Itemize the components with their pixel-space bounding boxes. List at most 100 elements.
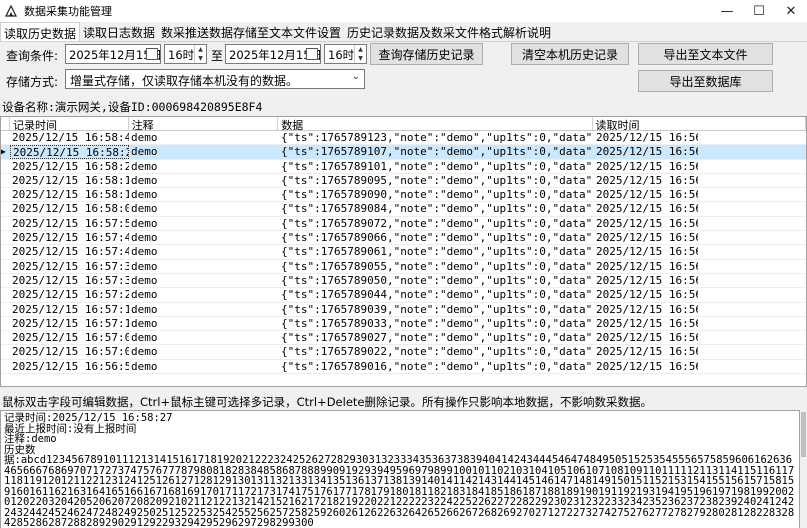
minimize-button[interactable]: — [711, 0, 743, 22]
cell-record-time[interactable]: 2025/12/15 16:57:46 [10, 231, 129, 244]
cell-record-time[interactable]: 2025/12/15 16:58:10 [10, 188, 129, 201]
cell-read-time[interactable]: 2025/12/15 16:56:1 [594, 345, 698, 358]
cell-data[interactable]: {"ts":1765789061,"note":"demo","up1ts":0… [279, 245, 594, 258]
row-marker[interactable] [1, 245, 10, 258]
cell-note[interactable]: demo [129, 217, 279, 230]
table-row[interactable]: 2025/12/15 16:58:10 demo {"ts":1765789090,… [1, 188, 806, 203]
col-note[interactable]: 注释 [129, 117, 279, 130]
close-button[interactable]: ✕ [775, 0, 807, 22]
cell-note[interactable]: demo [129, 202, 279, 215]
cell-read-time[interactable]: 2025/12/15 16:56:1 [594, 245, 698, 258]
row-marker[interactable] [1, 274, 10, 287]
cell-record-time[interactable]: 2025/12/15 16:58:04 [10, 202, 129, 215]
cell-data[interactable]: {"ts":1765789055,"note":"demo","up1ts":0… [279, 260, 594, 273]
cell-data[interactable]: {"ts":1765789050,"note":"demo","up1ts":0… [279, 274, 594, 287]
row-marker[interactable] [1, 288, 10, 301]
export-database-button[interactable]: 导出至数据库 [638, 70, 773, 92]
table-row[interactable]: 2025/12/15 16:57:35 demo {"ts":1765789055,… [1, 260, 806, 274]
cell-note[interactable]: demo [129, 231, 279, 244]
table-row[interactable]: 2025/12/15 16:57:46 demo {"ts":1765789066,… [1, 231, 806, 246]
cell-note[interactable]: demo [129, 288, 279, 301]
record-detail-textbox[interactable]: 记录时间:2025/12/15 16:58:27 最近上报时间:没有上报时间 注… [0, 410, 800, 528]
col-data[interactable]: 数据 [278, 117, 593, 130]
row-marker[interactable] [1, 160, 10, 173]
col-record-time[interactable]: 记录时间 [10, 117, 129, 130]
table-row[interactable]: 2025/12/15 16:57:13 demo {"ts":1765789033,… [1, 317, 806, 332]
table-row[interactable]: 2025/12/15 16:58:15 demo {"ts":1765789095,… [1, 174, 806, 189]
from-date-picker[interactable]: 2025年12月15日 [65, 44, 162, 64]
cell-data[interactable]: {"ts":1765789107,"note":"demo","up1ts":0… [279, 145, 594, 158]
query-history-button[interactable]: 查询存储历史记录 [370, 43, 483, 65]
cell-data[interactable]: {"ts":1765789101,"note":"demo","up1ts":0… [279, 160, 594, 173]
cell-note[interactable]: demo [129, 317, 279, 330]
cell-note[interactable]: demo [129, 260, 279, 273]
cell-data[interactable]: {"ts":1765789039,"note":"demo","up1ts":0… [279, 303, 594, 316]
cell-read-time[interactable]: 2025/12/15 16:56:1 [594, 202, 698, 215]
calendar-dropdown-icon[interactable] [306, 48, 318, 60]
history-table[interactable]: 记录时间 注释 数据 读取时间 2025/12/15 16:58:43 demo{… [0, 116, 807, 387]
table-row[interactable]: 2025/12/15 16:58:21 demo {"ts":1765789101,… [1, 160, 806, 174]
clear-history-button[interactable]: 清空本机历史记录 [511, 43, 629, 65]
cell-data[interactable]: {"ts":1765789095,"note":"demo","up1ts":0… [279, 174, 594, 187]
tab-push-storage-settings[interactable]: 数采推送数据存储至文本文件设置 [158, 22, 344, 42]
calendar-dropdown-icon[interactable] [146, 48, 158, 60]
storage-mode-select[interactable]: 增量式存储，仅读取存储本机没有的数据。 ⌄ [65, 69, 365, 89]
to-date-picker[interactable]: 2025年12月15日 [225, 44, 322, 64]
cell-data[interactable]: {"ts":1765789123,"note":"demo","up1ts":0… [279, 131, 594, 144]
table-row[interactable]: 2025/12/15 16:57:24 demo {"ts":1765789044,… [1, 288, 806, 303]
table-row[interactable]: 2025/12/15 16:57:02 demo {"ts":1765789022,… [1, 345, 806, 360]
to-hour-spinner[interactable]: 16时 ▲ ▼ [324, 44, 367, 64]
row-marker[interactable] [1, 345, 10, 358]
row-marker[interactable] [1, 260, 10, 273]
cell-read-time[interactable]: 2025/12/15 16:56:1 [594, 360, 698, 373]
from-hour-spinner[interactable]: 16时 ▲ ▼ [164, 44, 207, 64]
row-marker[interactable] [1, 202, 10, 215]
table-row[interactable]: 2025/12/15 16:57:07 demo {"ts":1765789027,… [1, 331, 806, 346]
cell-data[interactable]: {"ts":1765789090,"note":"demo","up1ts":0… [279, 188, 594, 201]
cell-record-time[interactable]: 2025/12/15 16:57:02 [10, 345, 129, 358]
row-marker[interactable] [1, 217, 10, 230]
cell-record-time[interactable]: 2025/12/15 16:57:07 [10, 331, 129, 344]
table-row[interactable]: 2025/12/15 16:58:04 demo {"ts":1765789084,… [1, 202, 806, 217]
row-marker[interactable] [1, 331, 10, 344]
maximize-button[interactable]: ☐ [743, 0, 775, 22]
row-marker[interactable] [1, 231, 10, 244]
spinner-arrows-icon[interactable]: ▲ ▼ [194, 45, 206, 63]
row-marker[interactable] [1, 174, 10, 187]
cell-read-time[interactable]: 2025/12/15 16:56:1 [594, 317, 698, 330]
table-row[interactable]: ▶ 2025/12/15 16:58:27 demo {"ts":1765789107… [1, 145, 806, 160]
cell-read-time[interactable]: 2025/12/15 16:56:1 [594, 217, 698, 230]
cell-record-time[interactable]: 2025/12/15 16:56:56 [10, 360, 129, 373]
cell-read-time[interactable]: 2025/12/15 16:56:1 [594, 188, 698, 201]
cell-note[interactable]: demo [129, 245, 279, 258]
table-row[interactable]: 2025/12/15 16:57:41 demo {"ts":1765789061,… [1, 245, 806, 260]
cell-data[interactable]: {"ts":1765789027,"note":"demo","up1ts":0… [279, 331, 594, 344]
cell-note[interactable]: demo [129, 303, 279, 316]
row-marker[interactable] [1, 360, 10, 373]
cell-read-time[interactable]: 2025/12/15 16:56:1 [594, 260, 698, 273]
row-marker[interactable] [1, 188, 10, 201]
cell-note[interactable]: demo [129, 331, 279, 344]
cell-data[interactable]: {"ts":1765789066,"note":"demo","up1ts":0… [279, 231, 594, 244]
cell-record-time[interactable]: 2025/12/15 16:58:15 [10, 174, 129, 187]
tab-read-history[interactable]: 读取历史数据 [0, 22, 81, 42]
row-marker[interactable]: ▶ [1, 145, 10, 158]
cell-record-time[interactable]: 2025/12/15 16:57:19 [10, 303, 129, 316]
cell-record-time[interactable]: 2025/12/15 16:58:27 [10, 145, 129, 159]
table-row[interactable]: 2025/12/15 16:57:19 demo {"ts":1765789039,… [1, 303, 806, 317]
cell-note[interactable]: demo [129, 160, 279, 173]
row-marker[interactable] [1, 317, 10, 330]
cell-note[interactable]: demo [129, 145, 279, 158]
cell-read-time[interactable]: 2025/12/15 16:56:1 [594, 174, 698, 187]
cell-record-time[interactable]: 2025/12/15 16:57:13 [10, 317, 129, 330]
cell-record-time[interactable]: 2025/12/15 16:57:41 [10, 245, 129, 258]
cell-record-time[interactable]: 2025/12/15 16:57:52 [10, 217, 129, 230]
spinner-arrows-icon[interactable]: ▲ ▼ [354, 45, 366, 63]
cell-record-time[interactable]: 2025/12/15 16:57:30 [10, 274, 129, 287]
table-row[interactable]: 2025/12/15 16:57:30 demo {"ts":1765789050,… [1, 274, 806, 289]
cell-note[interactable]: demo [129, 345, 279, 358]
table-row[interactable]: 2025/12/15 16:58:43 demo {"ts":1765789123,… [1, 131, 806, 146]
cell-record-time[interactable]: 2025/12/15 16:58:43 [10, 131, 129, 144]
cell-read-time[interactable]: 2025/12/15 16:56:1 [594, 160, 698, 173]
tab-format-docs[interactable]: 历史记录数据及数采文件格式解析说明 [344, 22, 554, 42]
